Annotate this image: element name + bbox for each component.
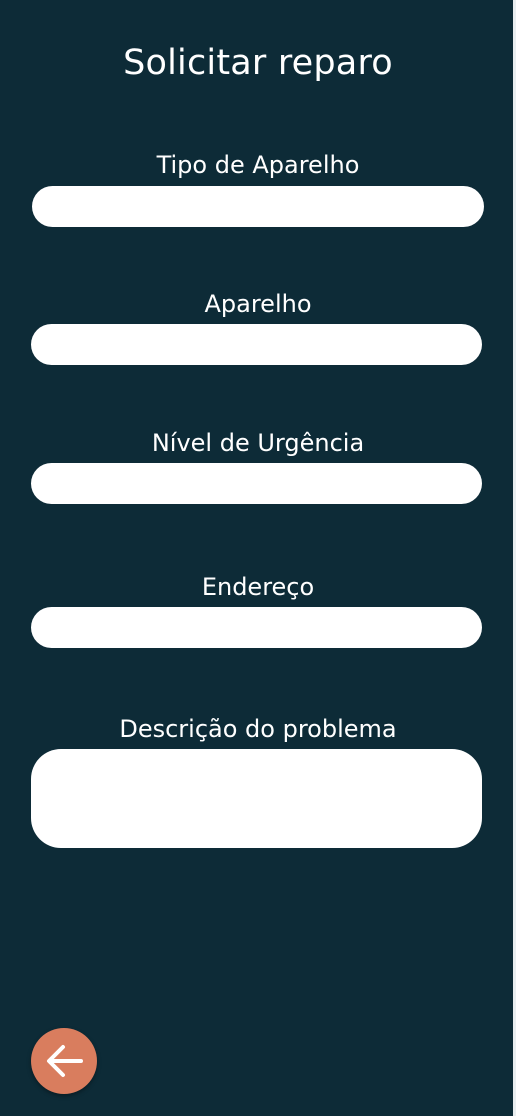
device-type-label: Tipo de Aparelho	[156, 151, 360, 179]
page-title: Solicitar reparo	[123, 43, 393, 83]
device-label: Aparelho	[204, 290, 312, 318]
urgency-level-input[interactable]	[31, 463, 482, 504]
address-input[interactable]	[31, 607, 482, 648]
device-type-input[interactable]	[32, 186, 484, 227]
problem-description-textarea[interactable]	[31, 749, 482, 848]
urgency-level-label: Nível de Urgência	[151, 429, 365, 457]
device-input[interactable]	[31, 324, 482, 365]
problem-description-label: Descrição do problema	[119, 715, 397, 743]
address-label: Endereço	[201, 573, 315, 601]
back-button[interactable]	[31, 1028, 97, 1094]
arrow-left-icon	[47, 1045, 83, 1077]
